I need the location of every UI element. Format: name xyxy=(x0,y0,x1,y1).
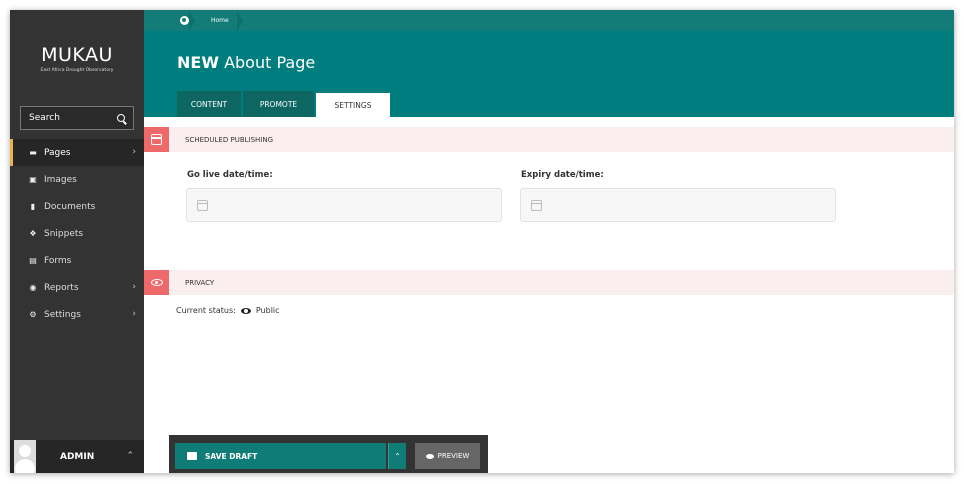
sidebar-item-images[interactable]: ▣ Images xyxy=(10,166,144,193)
privacy-header: PRIVACY xyxy=(144,270,954,295)
document-icon: ▮ xyxy=(30,202,36,211)
section-heading: PRIVACY xyxy=(185,278,215,287)
save-draft-button[interactable]: SAVE DRAFT xyxy=(175,443,386,469)
sidebar-item-label: Documents xyxy=(44,201,96,212)
sidebar-nav: ▬ Pages › ▣ Images ▮ Documents ❖ Snippet… xyxy=(10,139,144,328)
breadcrumb-separator xyxy=(189,10,195,31)
breadcrumb-home[interactable]: Home xyxy=(211,17,229,24)
save-draft-label: SAVE DRAFT xyxy=(205,451,258,461)
section-badge xyxy=(144,127,169,152)
sidebar-item-label: Forms xyxy=(44,255,72,266)
search-icon[interactable] xyxy=(117,114,125,122)
chevron-right-icon: › xyxy=(132,147,136,157)
brand-logo[interactable]: MUKAU East Africa Drought Observatory xyxy=(10,44,144,73)
sidebar-item-snippets[interactable]: ❖ Snippets xyxy=(10,220,144,247)
sidebar-item-forms[interactable]: ▤ Forms xyxy=(10,247,144,274)
scheduled-publishing-header: SCHEDULED PUBLISHING xyxy=(144,127,954,152)
brand-name: MUKAU xyxy=(41,44,113,66)
sidebar-item-label: Reports xyxy=(44,282,79,293)
cogs-icon: ⚙ xyxy=(29,310,37,319)
expiry-date-input[interactable] xyxy=(520,188,836,222)
calendar-icon xyxy=(531,200,542,211)
app-window: MUKAU East Africa Drought Observatory Se… xyxy=(10,10,954,473)
user-name: ADMIN xyxy=(60,451,95,462)
action-footer: SAVE DRAFT ⌃ PREVIEW xyxy=(169,435,488,473)
tab-settings[interactable]: SETTINGS xyxy=(316,91,390,117)
chevron-up-icon: ⌃ xyxy=(394,451,401,461)
folder-open-icon: ▬ xyxy=(29,148,37,157)
chevron-right-icon: › xyxy=(132,309,136,319)
sidebar-item-reports[interactable]: ◉ Reports › xyxy=(10,274,144,301)
tab-bar: CONTENT PROMOTE SETTINGS xyxy=(177,91,392,117)
tab-content[interactable]: CONTENT xyxy=(177,91,241,117)
chevron-up-icon[interactable]: ⌃ xyxy=(126,451,134,461)
sidebar-item-label: Images xyxy=(44,174,77,185)
status-label: Current status: xyxy=(176,306,236,315)
page-title-prefix: NEW xyxy=(177,53,219,72)
chevron-right-icon: › xyxy=(132,282,136,292)
preview-button[interactable]: PREVIEW xyxy=(415,443,480,469)
search-label: Search xyxy=(29,113,60,123)
eye-icon xyxy=(150,279,163,286)
section-heading: SCHEDULED PUBLISHING xyxy=(185,135,274,144)
tab-promote[interactable]: PROMOTE xyxy=(243,91,314,117)
expiry-label: Expiry date/time: xyxy=(521,170,604,180)
page-title: NEW About Page xyxy=(177,53,315,72)
snippet-icon: ❖ xyxy=(29,229,37,238)
preview-label: PREVIEW xyxy=(437,452,470,460)
globe-icon: ◉ xyxy=(29,283,37,292)
page-header: NEW About Page CONTENT PROMOTE SETTINGS xyxy=(144,31,954,117)
sidebar-item-label: Settings xyxy=(44,309,81,320)
calendar-icon xyxy=(151,134,162,145)
calendar-icon xyxy=(197,200,208,211)
save-icon xyxy=(187,452,197,460)
search-input[interactable]: Search xyxy=(20,106,134,130)
go-live-date-input[interactable] xyxy=(186,188,502,222)
sidebar-item-pages[interactable]: ▬ Pages › xyxy=(10,139,144,166)
image-icon: ▣ xyxy=(29,175,37,184)
eye-icon xyxy=(425,453,434,459)
avatar xyxy=(14,440,36,473)
section-badge xyxy=(144,270,169,295)
more-actions-toggle[interactable]: ⌃ xyxy=(388,443,406,469)
user-menu[interactable]: ADMIN ⌃ xyxy=(10,440,144,473)
breadcrumb: Home xyxy=(144,10,954,31)
sidebar-item-label: Snippets xyxy=(44,228,84,239)
brand-subtitle: East Africa Drought Observatory xyxy=(40,68,114,73)
eye-icon xyxy=(240,307,251,314)
form-icon: ▤ xyxy=(29,256,37,265)
breadcrumb-separator xyxy=(236,10,243,31)
sidebar-item-settings[interactable]: ⚙ Settings › xyxy=(10,301,144,328)
sidebar: MUKAU East Africa Drought Observatory Se… xyxy=(10,10,144,473)
status-value: Public xyxy=(255,306,280,315)
globe-icon[interactable] xyxy=(180,16,189,25)
sidebar-item-documents[interactable]: ▮ Documents xyxy=(10,193,144,220)
page-title-text: About Page xyxy=(224,53,316,72)
go-live-label: Go live date/time: xyxy=(187,170,273,180)
privacy-status[interactable]: Current status: Public xyxy=(176,306,280,315)
sidebar-item-label: Pages xyxy=(44,147,71,158)
